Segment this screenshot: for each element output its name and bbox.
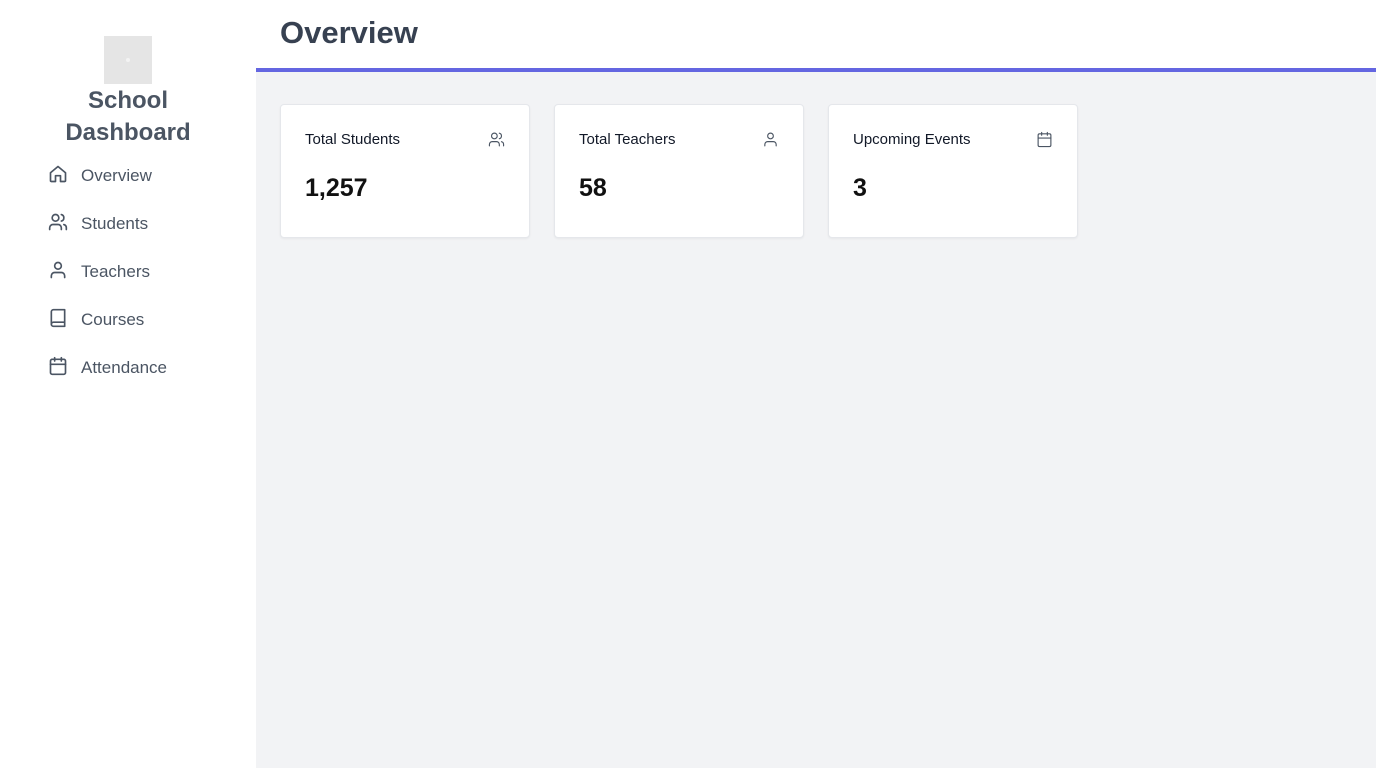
sidebar-item-overview[interactable]: Overview — [48, 160, 167, 192]
sidebar-item-courses[interactable]: Courses — [48, 304, 167, 336]
page-title: Overview — [280, 15, 418, 50]
sidebar-item-students[interactable]: Students — [48, 208, 167, 240]
user-icon — [48, 260, 81, 285]
stat-card-value: 1,257 — [305, 174, 368, 202]
brand-title-line2: Dashboard — [65, 119, 191, 146]
stat-card-label: Total Teachers — [579, 130, 676, 148]
sidebar-item-attendance[interactable]: Attendance — [48, 352, 167, 384]
sidebar-item-label: Overview — [81, 166, 152, 185]
stat-card-total-students: Total Students 1,257 — [280, 104, 530, 238]
page-header: Overview — [256, 0, 1376, 72]
sidebar-item-label: Students — [81, 214, 149, 233]
main-area: Overview Total Students 1,257 Total Teac… — [256, 0, 1376, 768]
stat-card-value: 3 — [853, 174, 867, 202]
stat-card-upcoming-events: Upcoming Events 3 — [828, 104, 1078, 238]
sidebar-nav: Overview Students Teachers Courses Atten… — [48, 160, 167, 400]
sidebar-item-teachers[interactable]: Teachers — [48, 256, 167, 288]
stat-card-value: 58 — [579, 174, 607, 202]
sidebar-item-label: Teachers — [81, 262, 150, 281]
stat-card-total-teachers: Total Teachers 58 — [554, 104, 804, 238]
brand-title-line1: School — [87, 87, 168, 114]
logo-placeholder-dot — [126, 58, 130, 62]
users-icon — [488, 131, 505, 148]
stat-card-label: Total Students — [305, 130, 401, 148]
calendar-icon — [48, 356, 81, 381]
sidebar: School Dashboard Overview Students Teach… — [0, 0, 256, 768]
sidebar-item-label: Courses — [81, 310, 145, 329]
users-icon — [48, 212, 81, 237]
app-root: School Dashboard Overview Students Teach… — [0, 0, 1376, 768]
book-icon — [48, 308, 81, 333]
brand-title: School Dashboard — [0, 85, 256, 149]
stat-card-label: Upcoming Events — [853, 130, 971, 148]
user-icon — [762, 131, 779, 148]
calendar-icon — [1036, 131, 1053, 148]
stats-grid: Total Students 1,257 Total Teachers 58 U… — [256, 72, 1376, 270]
logo — [104, 36, 152, 84]
home-icon — [48, 164, 81, 189]
sidebar-item-label: Attendance — [81, 358, 168, 377]
